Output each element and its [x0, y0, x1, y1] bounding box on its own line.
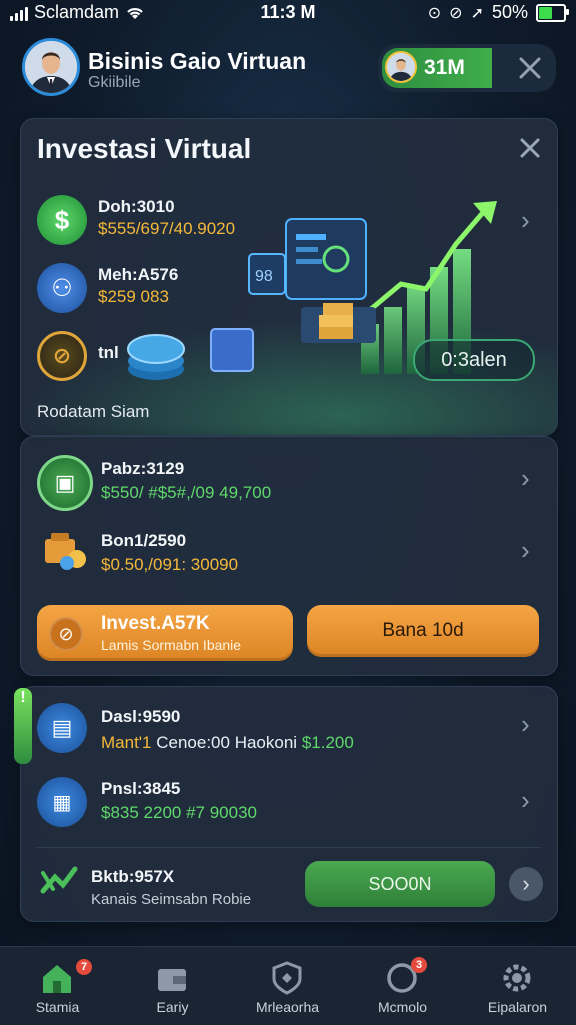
investment-card: 98 Investasi Virtual $ Doh:3010 $555/697…: [20, 118, 558, 436]
nav-label: Stamia: [35, 999, 80, 1015]
item-value-part: Mant'1: [101, 733, 152, 752]
item-value: $550/ #$5#,/09 49,700: [101, 483, 272, 502]
item-label: Meh:A576: [98, 265, 179, 284]
chevron-right-icon[interactable]: ›: [521, 709, 530, 740]
balance-value: 31M: [424, 56, 465, 79]
action-button-label: SOO0N: [368, 874, 432, 894]
avatar[interactable]: [22, 38, 80, 96]
assets-card: ▤ Dasl:9590 Mant'1 Cenoe:00 Haokoni $1.2…: [20, 686, 558, 922]
nav-label: Eariy: [156, 999, 189, 1015]
nav-item-home[interactable]: 7 Stamia: [0, 947, 115, 1025]
item-label: Pabz:3129: [101, 459, 185, 478]
nav-item-3[interactable]: Mrleaorha: [230, 947, 345, 1025]
no-entry-icon: ⊘: [49, 617, 83, 651]
battery-icon: [536, 3, 569, 22]
secondary-button[interactable]: Bana 10d: [307, 605, 539, 657]
shield-icon: [272, 961, 302, 995]
action-button[interactable]: SOO0N: [305, 861, 495, 907]
location-icon: ➚: [470, 4, 484, 22]
nav-item-4[interactable]: 3 Mcmolo: [345, 947, 460, 1025]
close-icon[interactable]: [519, 137, 541, 159]
bottom-nav: 7 Stamia Eariy Mrleaorha 3 Mcmolo Eipala…: [0, 946, 576, 1025]
balance-pill: 31M: [378, 44, 556, 92]
chevron-right-icon[interactable]: ›: [521, 535, 530, 566]
item-value-part: Haokoni: [234, 733, 298, 752]
item-label: tnl: [98, 343, 119, 362]
nav-label: Eipalaron: [487, 999, 548, 1015]
trend-arrow-icon: [40, 866, 78, 894]
close-icon[interactable]: [518, 56, 542, 80]
rotation-lock-icon: ⊘: [449, 4, 463, 22]
item-label: Dasl:9590: [101, 707, 181, 726]
invest-button-subtitle: Lamis Sormabn Ibanie: [101, 637, 242, 653]
secondary-button-label: Bana 10d: [382, 620, 464, 641]
nav-item-2[interactable]: Eariy: [115, 947, 230, 1025]
item-label: Bktb:957X: [91, 867, 175, 886]
battery-percent: 50%: [491, 2, 528, 22]
building-icon: ▦: [37, 777, 87, 827]
app-title: Bisinis Gaio Virtuan: [88, 48, 307, 74]
person-icon: [387, 53, 415, 81]
item-value: $835 2200 #7 90030: [101, 803, 257, 822]
alarm-icon: ⊙: [427, 4, 442, 22]
item-value: $0.50,/091: 30090: [101, 555, 239, 574]
mini-avatar: [385, 51, 417, 83]
item-value: Mant'1 Cenoe:00 Haokoni $1.200: [101, 733, 354, 753]
offers-card: ▣ Pabz:3129 $550/ #$5#,/09 49,700 › Bon1…: [20, 436, 558, 676]
notification-badge: 3: [411, 957, 427, 973]
exchange-icon: ⚇: [37, 263, 87, 313]
card-footer: Rodatam Siam: [37, 402, 150, 421]
status-bar: Sclamdam 11:3 M ⊙ ⊘ ➚ 50%: [0, 0, 576, 26]
nav-label: Mcmolo: [377, 999, 427, 1015]
invest-button[interactable]: ⊘ Invest.A57K Lamis Sormabn Ibanie: [37, 605, 293, 661]
nav-label: Mrleaorha: [255, 999, 320, 1015]
wallet-icon: ▣: [37, 455, 93, 511]
item-sub: Kanais Seimsabn Robie: [91, 891, 252, 908]
item-value: $555/697/40.9020: [98, 219, 236, 238]
item-value-part: Cenoe:00: [156, 733, 230, 752]
person-icon: [25, 41, 77, 93]
divider: [37, 847, 541, 848]
svg-text:98: 98: [255, 268, 273, 285]
item-value: $259 083: [98, 287, 169, 306]
document-icon: ▤: [37, 703, 87, 753]
item-label: Bon1/2590: [101, 531, 187, 550]
item-label: Doh:3010: [98, 197, 175, 216]
coin-stack-illustration: [127, 334, 185, 380]
home-icon: [43, 965, 71, 993]
growth-chart-illustration: 98: [210, 201, 497, 374]
chevron-right-icon[interactable]: ›: [509, 867, 543, 901]
gear-icon: [503, 964, 531, 992]
dollar-icon: $: [37, 195, 87, 245]
wallet-icon: [158, 969, 186, 991]
chart-range-label: 0:3alen: [441, 349, 507, 371]
chart-range-button[interactable]: 0:3alen: [413, 339, 535, 381]
no-entry-icon: ⊘: [37, 331, 87, 381]
chevron-right-icon[interactable]: ›: [521, 205, 530, 236]
briefcase-coins-icon: [45, 533, 86, 570]
item-label: Pnsl:3845: [101, 779, 181, 798]
balance-chip[interactable]: 31M: [382, 48, 492, 88]
alert-indicator: !: [14, 688, 32, 764]
card-title: Investasi Virtual: [37, 133, 252, 164]
nav-item-settings[interactable]: Eipalaron: [460, 947, 575, 1025]
item-value-part: $1.200: [301, 733, 354, 752]
chevron-right-icon[interactable]: ›: [521, 785, 530, 816]
invest-button-title: Invest.A57K: [101, 613, 210, 634]
notification-badge: 7: [76, 959, 92, 975]
app-subtitle: Gkiibile: [88, 74, 141, 91]
chevron-right-icon[interactable]: ›: [521, 463, 530, 494]
